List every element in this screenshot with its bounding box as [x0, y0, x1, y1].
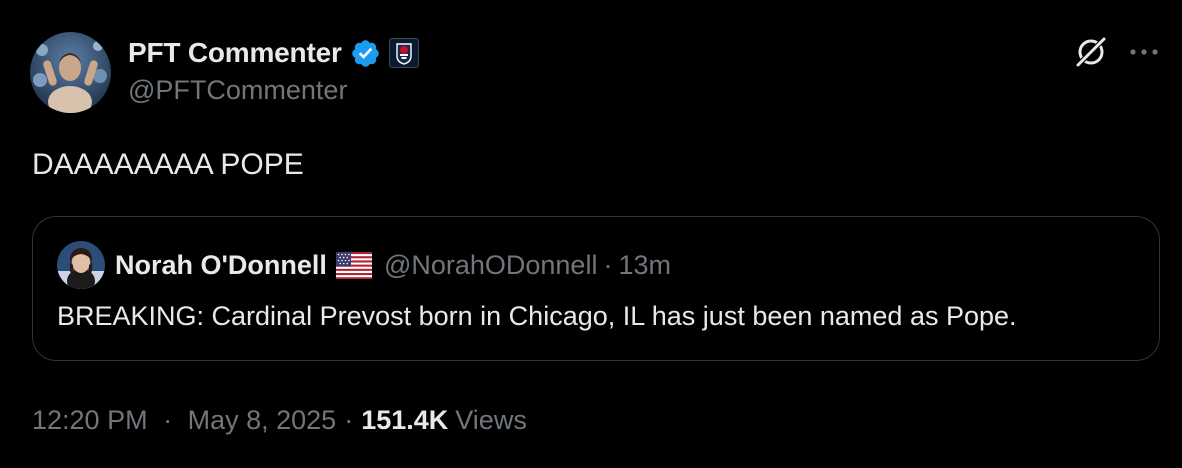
tweet-text: DAAAAAAAA POPE [32, 148, 304, 181]
meta-separator: · [163, 404, 173, 435]
tweet: PFT Commenter @PFTCommenter DAAAAAAAA PO… [0, 0, 1182, 468]
author-handle[interactable]: @PFTCommenter [128, 75, 347, 106]
views-count[interactable]: 151.4K [361, 405, 448, 436]
meta-separator: · [344, 404, 354, 435]
grok-icon[interactable] [1071, 32, 1111, 72]
author-name-row: PFT Commenter [128, 33, 419, 73]
verified-badge-icon [350, 38, 381, 69]
author-display-name[interactable]: PFT Commenter [128, 37, 342, 69]
quoted-handle[interactable]: @NorahODonnell [384, 250, 598, 281]
author-avatar[interactable] [30, 32, 111, 113]
quoted-header: Norah O'Donnell @NorahODonnell · 13m [115, 245, 671, 285]
tweet-date: May 8, 2025 [187, 404, 337, 435]
us-flag-icon [335, 251, 372, 279]
quoted-tweet-text: BREAKING: Cardinal Prevost born in Chica… [57, 301, 1017, 331]
quoted-tweet[interactable]: Norah O'Donnell @NorahODonnell · 13m BRE… [32, 216, 1160, 361]
quoted-timestamp[interactable]: 13m [618, 250, 671, 281]
avatar-image [30, 32, 111, 113]
tweet-time: 12:20 PM [32, 404, 148, 435]
quoted-display-name[interactable]: Norah O'Donnell [115, 250, 327, 281]
tweet-timestamp-link[interactable]: 12:20 PM · May 8, 2025 [32, 405, 336, 436]
tweet-meta: 12:20 PM · May 8, 2025 · 151.4K Views [32, 400, 527, 440]
quoted-author-avatar[interactable] [57, 241, 105, 289]
views-label: Views [455, 404, 527, 435]
more-dots-icon[interactable] [1124, 32, 1164, 72]
barstool-affiliate-icon[interactable] [388, 38, 419, 68]
avatar-image [57, 241, 105, 289]
quoted-separator: · [603, 249, 613, 280]
